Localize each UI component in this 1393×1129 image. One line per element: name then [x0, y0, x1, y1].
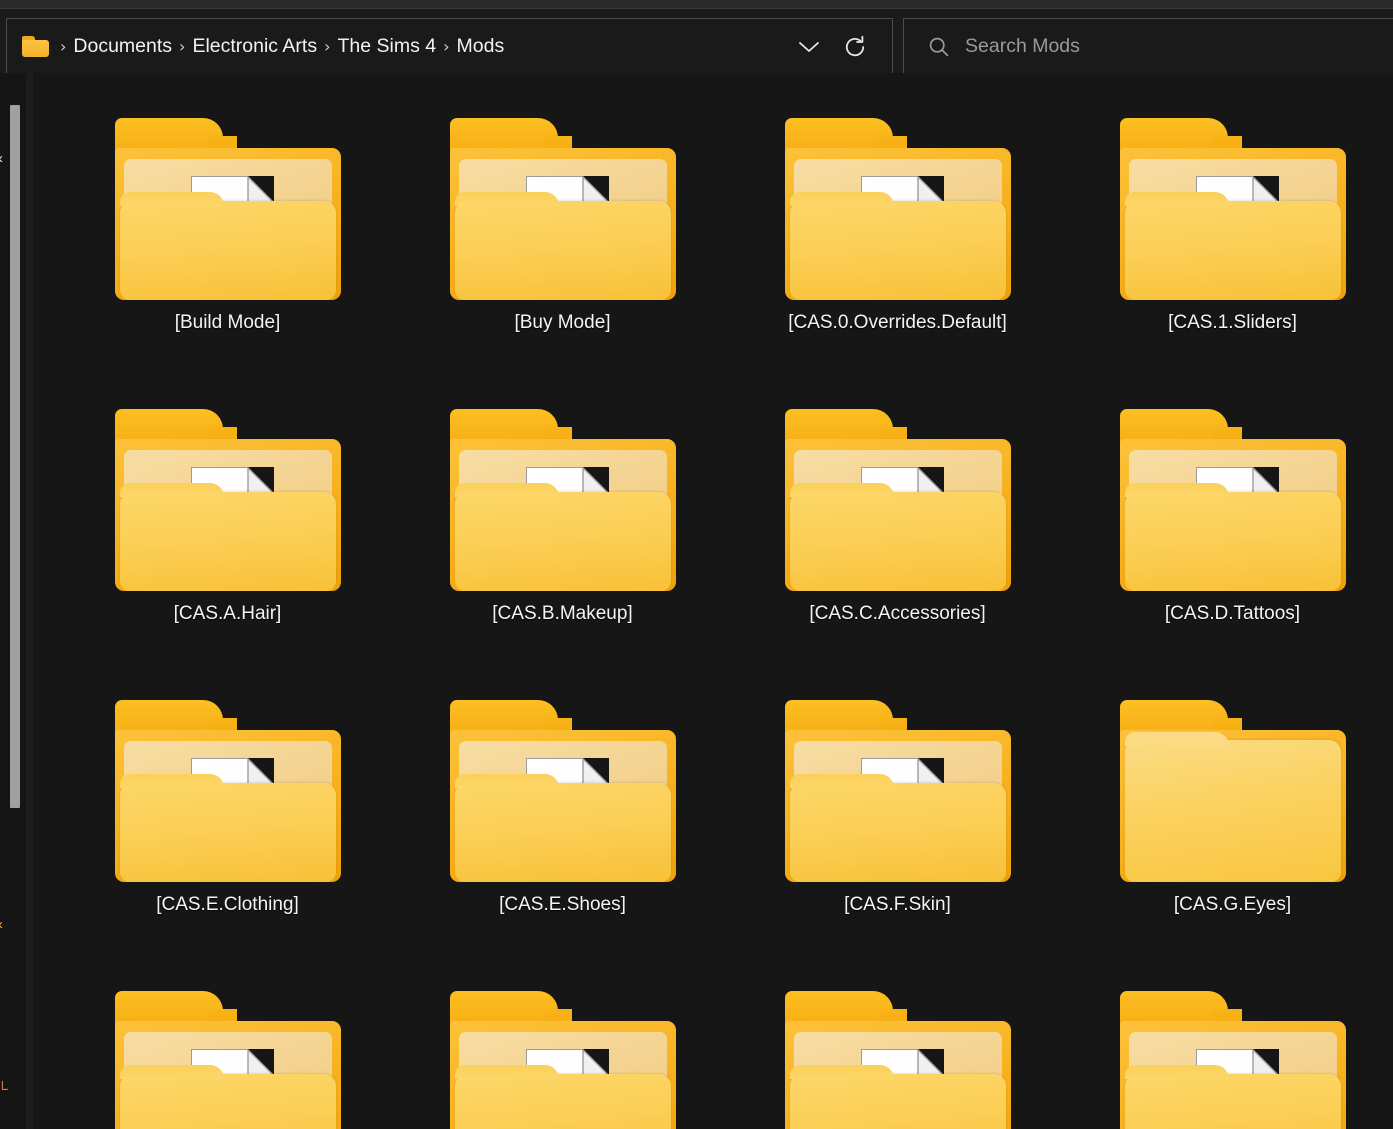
file-tile[interactable]: [CAS.E.Shoes]	[395, 655, 730, 946]
file-explorer-window: › Documents › Electronic Arts › The Sims…	[0, 0, 1393, 1129]
folder-icon	[22, 36, 49, 57]
folder-icon[interactable]	[784, 700, 1011, 882]
folder-icon[interactable]	[1119, 991, 1346, 1129]
folder-icon[interactable]	[449, 409, 676, 591]
vertical-scrollbar[interactable]	[10, 105, 20, 808]
file-tile[interactable]: [Buy Mode]	[395, 73, 730, 364]
refresh-icon[interactable]	[832, 24, 878, 70]
file-tile[interactable]: [CAS.E.Clothing]	[60, 655, 395, 946]
folder-icon[interactable]	[784, 118, 1011, 300]
folder-icon[interactable]	[784, 991, 1011, 1129]
search-input[interactable]: Search Mods	[965, 35, 1080, 58]
left-rail: ‹ ‹ └ │	[0, 73, 33, 1129]
file-grid-area[interactable]: [Build Mode] [Buy Mode] [CAS.0.Overrides.D…	[33, 73, 1393, 1129]
breadcrumb-separator: ›	[60, 36, 67, 56]
folder-icon[interactable]	[1119, 118, 1346, 300]
breadcrumb-separator: ›	[179, 36, 186, 56]
clipped-fragment: ‹	[0, 150, 3, 167]
clipped-fragment: └	[0, 1081, 8, 1098]
file-tile-label: [Buy Mode]	[514, 312, 611, 333]
clipped-fragment: ‹	[0, 916, 3, 933]
file-tile[interactable]: [CAS.G.Eyes]	[1065, 655, 1393, 946]
file-tile-label: [CAS.F.Skin]	[844, 894, 951, 915]
file-tile[interactable]: [CAS.D.Tattoos]	[1065, 364, 1393, 655]
file-tile-label: [CAS.0.Overrides.Default]	[788, 312, 1007, 333]
folder-icon[interactable]	[1119, 409, 1346, 591]
folder-icon[interactable]	[1119, 700, 1346, 882]
file-tile[interactable]: [CAS.0.Overrides.Default]	[730, 73, 1065, 364]
file-tile-label: [CAS.E.Shoes]	[499, 894, 626, 915]
folder-icon[interactable]	[449, 118, 676, 300]
breadcrumb-item-electronic-arts[interactable]: Electronic Arts	[192, 35, 317, 58]
breadcrumb-separator: ›	[324, 36, 331, 56]
chevron-down-icon[interactable]	[786, 24, 832, 70]
file-tile[interactable]	[1065, 946, 1393, 1129]
breadcrumb-item-mods[interactable]: Mods	[457, 35, 505, 58]
file-tile[interactable]: [CAS.1.Sliders]	[1065, 73, 1393, 364]
folder-icon[interactable]	[114, 991, 341, 1129]
file-tile-label: [CAS.D.Tattoos]	[1164, 603, 1301, 624]
address-bar[interactable]: › Documents › Electronic Arts › The Sims…	[6, 18, 893, 75]
file-tile[interactable]: [CAS.F.Skin]	[730, 655, 1065, 946]
file-tile-label: [CAS.B.Makeup]	[492, 603, 633, 624]
folder-icon[interactable]	[114, 409, 341, 591]
file-tile-label: [CAS.C.Accessories]	[809, 603, 986, 624]
file-tile[interactable]	[730, 946, 1065, 1129]
folder-icon[interactable]	[784, 409, 1011, 591]
file-tile-label: [Build Mode]	[174, 312, 281, 333]
rail-gutter	[26, 73, 33, 1129]
file-tile[interactable]	[395, 946, 730, 1129]
file-tile[interactable]: [CAS.B.Makeup]	[395, 364, 730, 655]
file-tile-label: [CAS.E.Clothing]	[156, 894, 299, 915]
file-tile-label: [CAS.G.Eyes]	[1173, 894, 1292, 915]
window-top-strip	[0, 0, 1393, 9]
folder-icon[interactable]	[114, 118, 341, 300]
folder-icon[interactable]	[449, 991, 676, 1129]
file-tile[interactable]: [Build Mode]	[60, 73, 395, 364]
search-icon	[922, 30, 956, 64]
toolbar: › Documents › Electronic Arts › The Sims…	[0, 9, 1393, 75]
search-box[interactable]: Search Mods	[903, 18, 1393, 75]
folder-icon[interactable]	[449, 700, 676, 882]
file-tile-label: [CAS.1.Sliders]	[1168, 312, 1297, 333]
breadcrumb-item-the-sims-4[interactable]: The Sims 4	[337, 35, 436, 58]
file-tile[interactable]: [CAS.C.Accessories]	[730, 364, 1065, 655]
file-tile[interactable]: [CAS.A.Hair]	[60, 364, 395, 655]
file-grid: [Build Mode] [Buy Mode] [CAS.0.Overrides.D…	[33, 73, 1393, 1129]
file-tile[interactable]	[60, 946, 395, 1129]
breadcrumb-item-documents[interactable]: Documents	[73, 35, 172, 58]
breadcrumb-separator: ›	[443, 36, 450, 56]
file-tile-label: [CAS.A.Hair]	[173, 603, 282, 624]
folder-icon[interactable]	[114, 700, 341, 882]
